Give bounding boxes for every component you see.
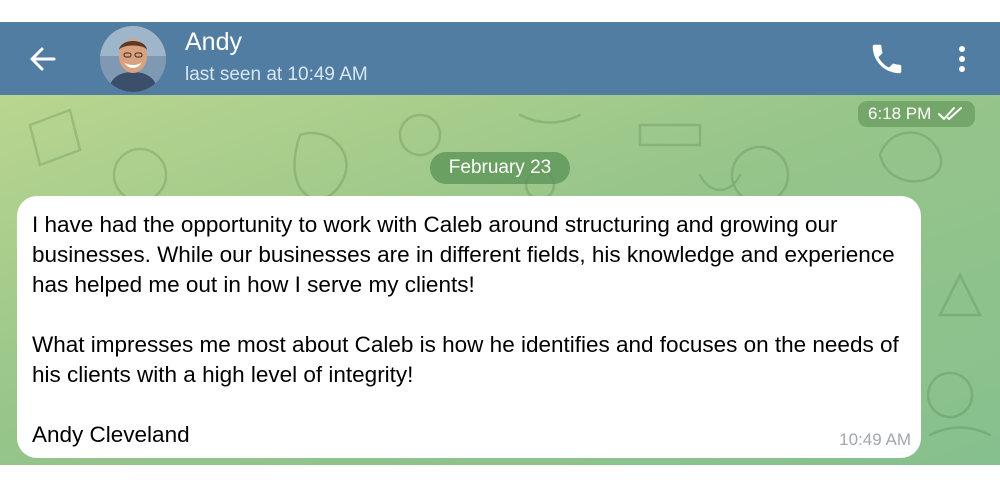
phone-icon [872,44,902,74]
bottom-margin [0,465,1000,500]
back-button[interactable] [26,42,60,76]
message-paragraph-2: What impresses me most about Caleb is ho… [32,332,899,387]
more-options-button[interactable] [950,40,974,78]
previous-message-time: 6:18 PM [858,101,976,127]
chat-area[interactable]: 6:18 PM February 23 I have had the oppor… [0,95,1000,465]
message-paragraph-1: I have had the opportunity to work with … [32,212,895,297]
message-time: 10:49 AM [839,430,911,449]
message-signature: Andy Cleveland [32,422,190,447]
avatar-photo [100,26,166,92]
previous-message-time-text: 6:18 PM [868,104,932,123]
top-margin [0,0,1000,22]
message-bubble[interactable]: I have had the opportunity to work with … [17,196,921,458]
call-button[interactable] [868,40,906,78]
last-seen-status: last seen at 10:49 AM [185,64,368,85]
double-check-icon [938,107,963,120]
more-vertical-icon [959,46,965,72]
date-separator: February 23 [430,152,570,184]
chat-header: Andy last seen at 10:49 AM [0,22,1000,95]
arrow-left-icon [30,47,56,71]
contact-name[interactable]: Andy [185,28,242,57]
avatar[interactable] [100,26,166,92]
